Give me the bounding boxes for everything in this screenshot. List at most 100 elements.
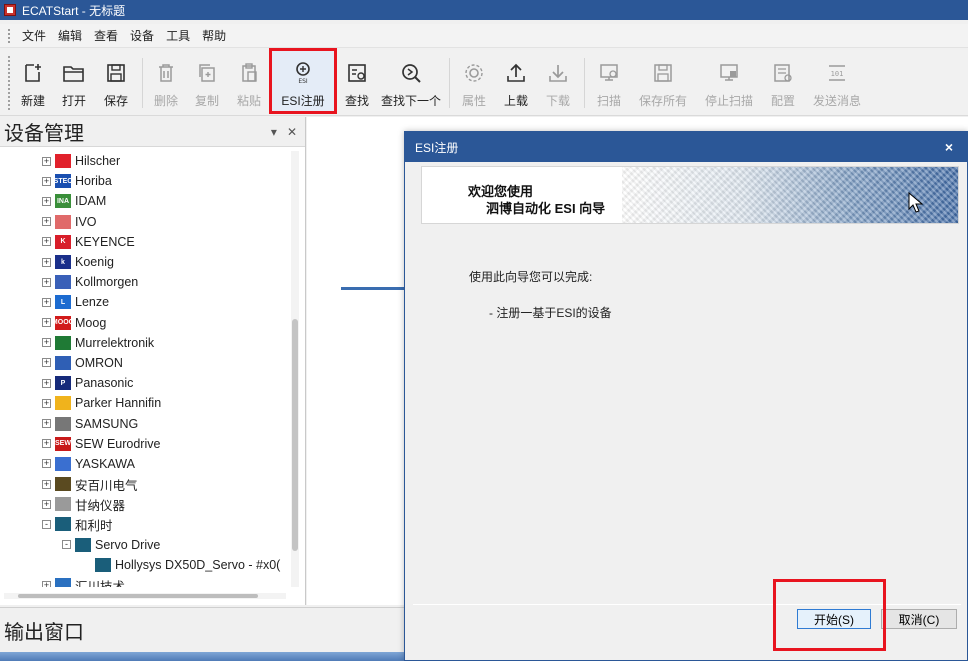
menu-file[interactable]: 文件 — [16, 27, 52, 44]
expand-icon[interactable]: + — [42, 439, 51, 448]
find-next-label: 查找下一个 — [381, 92, 441, 109]
tree-item[interactable]: - 和利时 — [0, 514, 290, 534]
tree-item[interactable]: +汇川技术 — [0, 575, 290, 587]
tree-item[interactable]: +安百川电气 — [0, 474, 290, 494]
tree-item[interactable]: +SAMSUNG — [0, 413, 290, 433]
collapse-icon[interactable]: - — [62, 540, 71, 549]
scrollbar-thumb[interactable] — [18, 594, 258, 598]
esi-register-icon: ESI — [292, 60, 314, 86]
menu-help[interactable]: 帮助 — [196, 27, 232, 44]
trash-icon — [156, 60, 176, 86]
expand-icon[interactable]: + — [42, 358, 51, 367]
copy-button[interactable]: 复制 — [187, 50, 227, 112]
expand-icon[interactable]: + — [42, 197, 51, 206]
vendor-logo-icon — [55, 517, 71, 531]
svg-text:101: 101 — [831, 70, 844, 78]
tree-item[interactable]: +PPanasonic — [0, 373, 290, 393]
panel-dropdown-icon[interactable]: ▾ — [271, 125, 277, 139]
tree-item[interactable]: + 甘纳仪器 — [0, 494, 290, 514]
tree-item-label: Hollysys DX50D_Servo - #x0( — [115, 558, 280, 572]
tree-item[interactable]: +IVO — [0, 212, 290, 232]
tree-item-label: YASKAWA — [75, 457, 135, 471]
send-message-button[interactable]: 101 发送消息 — [805, 50, 869, 112]
tree-item[interactable]: +Hilscher — [0, 151, 290, 171]
expand-icon[interactable]: + — [42, 379, 51, 388]
expand-icon[interactable]: + — [42, 237, 51, 246]
expand-icon[interactable]: + — [42, 298, 51, 307]
expand-icon[interactable]: + — [42, 500, 51, 509]
expand-icon[interactable]: + — [42, 157, 51, 166]
vendor-logo-icon: INA — [55, 194, 71, 208]
new-button[interactable]: 新建 — [14, 50, 52, 112]
config-button[interactable]: 配置 — [763, 50, 803, 112]
esi-register-button[interactable]: ESI ESI注册 — [271, 50, 335, 112]
vendor-logo-icon: STEC — [55, 174, 71, 188]
menu-tools[interactable]: 工具 — [160, 27, 196, 44]
config-label: 配置 — [771, 92, 795, 109]
expand-icon[interactable]: + — [42, 459, 51, 468]
save-all-button[interactable]: 保存所有 — [631, 50, 695, 112]
tree-item[interactable]: +LLenze — [0, 292, 290, 312]
expand-icon[interactable]: + — [42, 177, 51, 186]
expand-icon[interactable]: + — [42, 338, 51, 347]
open-button[interactable]: 打开 — [54, 50, 94, 112]
vendor-logo-icon — [55, 417, 71, 431]
menu-view[interactable]: 查看 — [88, 27, 124, 44]
tree-horizontal-scrollbar[interactable] — [4, 593, 286, 599]
tree-item[interactable]: +kKoenig — [0, 252, 290, 272]
expand-icon[interactable]: + — [42, 399, 51, 408]
delete-button[interactable]: 删除 — [147, 50, 185, 112]
download-button[interactable]: 下载 — [538, 50, 578, 112]
tree-item-label: 和利时 — [75, 515, 113, 534]
esi-register-label: ESI注册 — [281, 92, 324, 109]
banner-wizard-name: 泗博自动化 ESI 向导 — [486, 198, 605, 217]
vendor-logo-icon — [55, 356, 71, 370]
menu-device[interactable]: 设备 — [124, 27, 160, 44]
menu-edit[interactable]: 编辑 — [52, 27, 88, 44]
expand-icon[interactable]: + — [42, 278, 51, 287]
expand-icon[interactable]: + — [42, 318, 51, 327]
tree-item[interactable]: -Servo Drive — [0, 535, 290, 555]
tree-item[interactable]: +KKEYENCE — [0, 232, 290, 252]
upload-button[interactable]: 上载 — [496, 50, 536, 112]
expand-icon[interactable]: + — [42, 480, 51, 489]
stop-scan-label: 停止扫描 — [705, 92, 753, 109]
tree-vertical-scrollbar[interactable] — [291, 151, 299, 587]
tree-item[interactable]: +INAIDAM — [0, 191, 290, 211]
properties-button[interactable]: 属性 — [454, 50, 494, 112]
window-title: ECATStart - 无标题 — [22, 2, 125, 19]
tree-item[interactable]: +Parker Hannifin — [0, 393, 290, 413]
tree-item[interactable]: +Kollmorgen — [0, 272, 290, 292]
expand-icon[interactable]: + — [42, 419, 51, 428]
paste-button[interactable]: 粘贴 — [229, 50, 269, 112]
tree-item[interactable]: +OMRON — [0, 353, 290, 373]
scrollbar-thumb[interactable] — [292, 319, 298, 551]
download-icon — [547, 60, 569, 86]
stop-scan-button[interactable]: 停止扫描 — [697, 50, 761, 112]
new-button-label: 新建 — [21, 92, 45, 109]
find-next-button[interactable]: 查找下一个 — [379, 50, 443, 112]
cancel-button[interactable]: 取消(C) — [881, 609, 957, 629]
tree-item[interactable]: +MOOGMoog — [0, 313, 290, 333]
scan-button[interactable]: 扫描 — [589, 50, 629, 112]
vendor-logo-icon: MOOG — [55, 316, 71, 330]
vendor-logo-icon — [55, 215, 71, 229]
tree-item[interactable]: Hollysys DX50D_Servo - #x0( — [0, 555, 290, 575]
find-button[interactable]: 查找 — [337, 50, 377, 112]
expand-icon[interactable]: + — [42, 217, 51, 226]
tree-item[interactable]: +STECHoriba — [0, 171, 290, 191]
panel-close-icon[interactable]: ✕ — [287, 125, 297, 139]
save-button[interactable]: 保存 — [96, 50, 136, 112]
vendor-logo-icon — [55, 396, 71, 410]
tree-item[interactable]: +Murrelektronik — [0, 333, 290, 353]
save-all-icon — [652, 60, 674, 86]
find-next-icon — [400, 60, 422, 86]
tree-item-label: 甘纳仪器 — [75, 495, 125, 514]
collapse-icon[interactable]: - — [42, 520, 51, 529]
tree-item[interactable]: +SEWSEW Eurodrive — [0, 434, 290, 454]
expand-icon[interactable]: + — [42, 581, 51, 587]
close-icon[interactable]: × — [945, 139, 953, 155]
tree-item[interactable]: + YASKAWA — [0, 454, 290, 474]
expand-icon[interactable]: + — [42, 258, 51, 267]
open-button-label: 打开 — [62, 92, 86, 109]
